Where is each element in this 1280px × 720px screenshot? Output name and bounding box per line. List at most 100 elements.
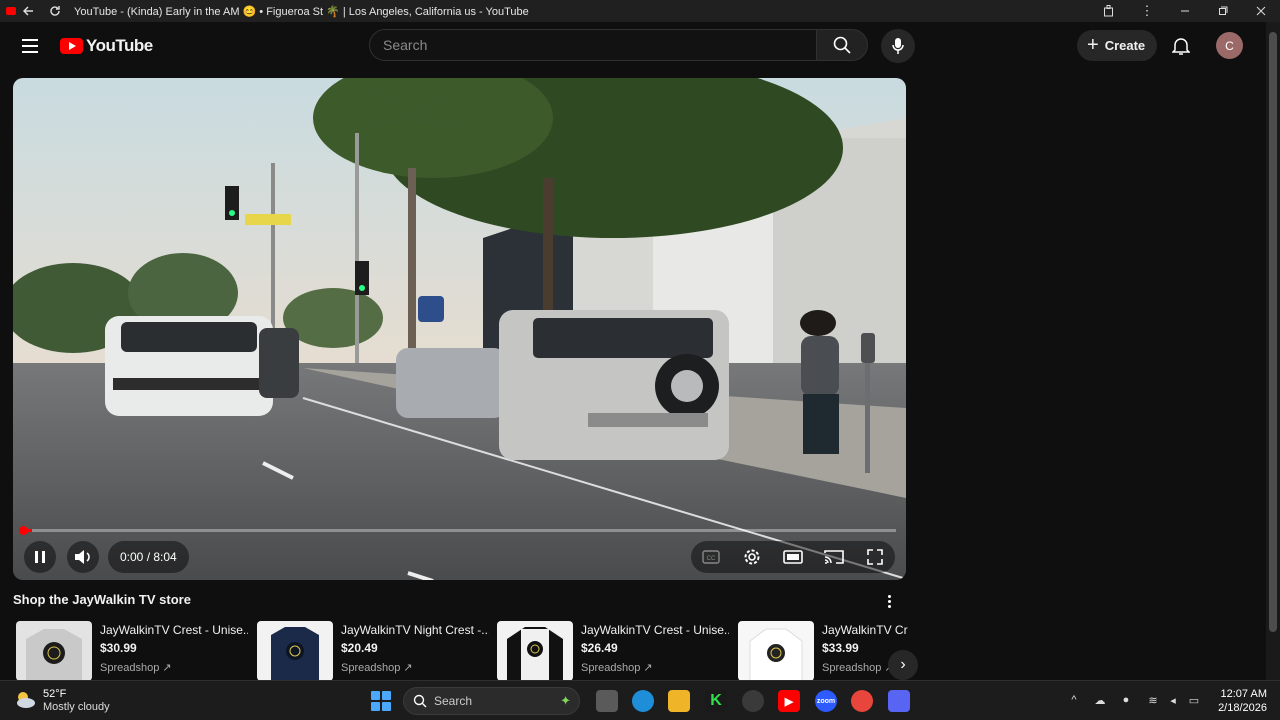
product-image [738,621,814,681]
product-price: $33.99 [822,641,859,655]
chevron-up-icon[interactable]: ^ [1066,692,1082,708]
product-name: JayWalkinTV Night Crest -... [341,623,489,637]
external-link-icon: ↗ [162,662,172,674]
taskbar-search-label: Search [434,694,473,708]
pause-icon-bar [35,551,38,563]
product-price: $30.99 [100,641,137,655]
product-card[interactable]: JayWalkinTV Cre $33.99 Spreadshop ↗ [738,621,908,681]
product-vendor: Spreadshop ↗ [341,661,413,674]
app-icon[interactable] [742,690,764,712]
product-card[interactable]: JayWalkinTV Crest - Unise... $30.99 Spre… [16,621,248,681]
fullscreen-icon[interactable] [864,546,886,568]
product-vendor: Spreadshop ↗ [100,661,172,674]
restore-button[interactable] [1204,0,1242,22]
product-name: JayWalkinTV Crest - Unise... [581,623,729,637]
page-scrollbar[interactable] [1266,22,1280,680]
shop-section-title: Shop the JayWalkin TV store [13,592,191,607]
time-display: 0:00 / 8:04 [108,541,189,573]
product-vendor: Spreadshop ↗ [581,661,653,674]
vendor-label: Spreadshop [581,662,641,674]
settings-gear-icon[interactable] [741,546,763,568]
search-icon [413,694,427,708]
reload-icon[interactable] [42,0,68,22]
weather-temperature: 52°F [43,688,67,700]
tab-title: YouTube - (Kinda) Early in the AM 😊 • Fi… [74,5,529,18]
hamburger-menu-icon[interactable] [18,34,42,58]
browser-menu-icon[interactable]: ⋮ [1128,0,1166,22]
youtube-logo[interactable]: YouTube [60,36,153,56]
volume-icon [75,550,90,564]
product-image [16,621,92,681]
account-avatar[interactable]: C [1216,32,1243,59]
scrubber-handle[interactable] [19,526,28,535]
taskbar: 52°F Mostly cloudy Search ✦ K ▶ zoom ^ ☁… [0,680,1280,720]
vendor-label: Spreadshop [822,662,882,674]
microphone-icon [892,38,904,54]
search-icon [833,36,851,54]
vendor-label: Spreadshop [100,662,160,674]
weather-condition: Mostly cloudy [43,701,110,713]
logo-text: YouTube [86,36,153,55]
microphone-icon[interactable]: ● [1118,692,1134,708]
taskbar-search[interactable]: Search ✦ [403,687,580,715]
extensions-icon[interactable] [1090,0,1128,22]
back-icon[interactable] [16,0,42,22]
pause-icon-bar [42,551,45,563]
cloudy-weather-icon [17,692,35,708]
notifications-bell-icon[interactable] [1169,34,1193,58]
cast-icon[interactable] [823,546,845,568]
battery-icon[interactable]: ▭ [1186,692,1202,708]
discord-app-icon[interactable] [888,690,910,712]
video-player[interactable]: 0:00 / 8:04 CC [13,78,906,580]
product-price: $26.49 [581,641,618,655]
chrome-browser-icon[interactable] [851,690,873,712]
progress-bar[interactable] [23,529,896,532]
scrollbar-thumb[interactable] [1269,32,1277,632]
external-link-icon: ↗ [403,662,413,674]
clock-date: 2/18/2026 [1218,702,1267,714]
minimize-button[interactable] [1166,0,1204,22]
svg-text:CC: CC [707,556,716,562]
task-view-icon[interactable] [596,690,618,712]
product-card[interactable]: JayWalkinTV Crest - Unise... $26.49 Spre… [497,621,729,681]
youtube-favicon-icon [6,7,16,15]
system-clock[interactable]: 12:07 AM 2/18/2026 [1212,687,1267,715]
product-card[interactable]: JayWalkinTV Night Crest -... $20.49 Spre… [257,621,489,681]
browser-title-bar: YouTube - (Kinda) Early in the AM 😊 • Fi… [0,0,1280,22]
windows-start-icon[interactable] [371,691,391,711]
player-right-controls: CC [691,541,895,573]
youtube-app-icon[interactable]: ▶ [778,690,800,712]
more-options-icon[interactable] [882,591,896,611]
search-input[interactable] [370,30,803,60]
close-button[interactable] [1242,0,1280,22]
voice-search-button[interactable] [881,29,915,63]
theater-mode-icon[interactable] [782,546,804,568]
video-frame [13,78,906,580]
vendor-label: Spreadshop [341,662,401,674]
clock-time: 12:07 AM [1220,688,1267,700]
search-highlight-icon: ✦ [560,693,571,708]
chevron-right-icon[interactable]: › [888,650,918,680]
pause-button[interactable] [24,541,56,573]
product-vendor: Spreadshop ↗ [822,661,894,674]
kick-app-icon[interactable]: K [705,690,727,712]
search-button[interactable] [816,29,868,61]
edge-browser-icon[interactable] [632,690,654,712]
speaker-icon[interactable]: ◂ [1165,692,1181,708]
zoom-app-icon[interactable]: zoom [815,690,837,712]
search-box[interactable] [369,29,816,61]
product-name: JayWalkinTV Crest - Unise... [100,623,248,637]
plus-icon: + [1087,34,1099,56]
cloud-icon[interactable]: ☁ [1092,692,1108,708]
file-explorer-icon[interactable] [668,690,690,712]
product-image [497,621,573,681]
product-name: JayWalkinTV Cre [822,623,908,637]
create-label: Create [1104,38,1146,53]
volume-button[interactable] [67,541,99,573]
wifi-icon[interactable]: ≋ [1145,692,1161,708]
external-link-icon: ↗ [643,662,653,674]
captions-icon[interactable]: CC [700,546,722,568]
youtube-header: YouTube + Create C [0,22,1266,70]
create-button[interactable]: + Create [1077,30,1157,61]
product-price: $20.49 [341,641,378,655]
